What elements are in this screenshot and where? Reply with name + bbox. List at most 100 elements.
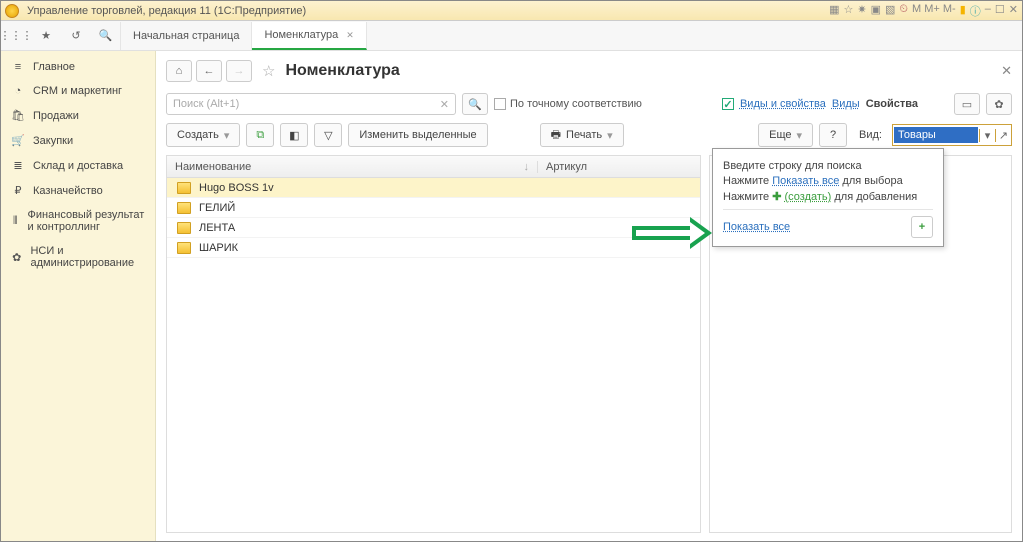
table-row[interactable]: ЛЕНТА (167, 218, 700, 238)
menu-icon: ≡ (11, 61, 25, 73)
toolbar-icon[interactable]: ▣ (871, 3, 881, 19)
sidebar-item-label: Закупки (33, 135, 73, 147)
sidebar-item-purchase[interactable]: 🛒 Закупки (1, 128, 155, 153)
pie-icon: ◔ (11, 85, 25, 97)
chart-icon: ⫴ (11, 215, 20, 228)
home-button[interactable]: ⌂ (166, 60, 192, 82)
toolbar-icon[interactable]: ▧ (885, 3, 895, 19)
boxes-icon: ≣ (11, 159, 25, 172)
exact-checkbox[interactable]: По точному соответствию (494, 98, 642, 110)
sidebar-item-label: НСИ и администрирование (30, 245, 145, 269)
star-icon[interactable]: ★ (31, 22, 61, 50)
app-icon (5, 4, 19, 18)
magnify-button[interactable]: 🔍 (462, 93, 488, 115)
main-content: ⌂ ← → ☆ Номенклатура ✕ Поиск (Alt+1) ✕ 🔍… (156, 51, 1022, 541)
print-button[interactable]: 🖶Печать▾ (540, 123, 624, 147)
star-outline-icon[interactable]: ☆ (262, 62, 275, 80)
show-all-link[interactable]: Показать все (772, 175, 839, 187)
chevron-down-icon[interactable]: ▾ (979, 129, 995, 142)
create-link[interactable]: (создать) (785, 191, 832, 203)
sidebar-item-sales[interactable]: 🛍Продажи (1, 103, 155, 128)
cart-icon: 🛒 (11, 134, 25, 147)
help-button[interactable]: ? (819, 123, 847, 147)
filter-links: ✓ Виды и свойства Виды Свойства ▭ ✿ (722, 93, 1012, 115)
toolbar-icon[interactable]: ☆ (844, 3, 854, 19)
filter-link-kinds-props[interactable]: Виды и свойства (740, 98, 826, 110)
dropdown-hint: Нажмите ✚ (создать) для добавления (723, 190, 933, 203)
create-button[interactable]: Создать▾ (166, 123, 240, 147)
folder-icon (177, 202, 191, 214)
more-button[interactable]: Еще▾ (758, 123, 813, 147)
search-input[interactable]: Поиск (Alt+1) ✕ (166, 93, 456, 115)
filter-link-kinds[interactable]: Виды (832, 98, 860, 110)
sidebar-item-crm[interactable]: ◔ CRM и маркетинг (1, 79, 155, 103)
top-toolbar: ⋮⋮⋮ ★ ↺ 🔍 Начальная страница Номенклатур… (1, 21, 1022, 51)
history-icon[interactable]: ↺ (61, 22, 91, 50)
table-header: Наименование↓ Артикул (167, 156, 700, 178)
kind-value: Товары (894, 127, 978, 143)
folder-icon (177, 182, 191, 194)
copy-button[interactable]: ⧉ (246, 123, 274, 147)
table-row[interactable]: Hugo BOSS 1v (167, 178, 700, 198)
tab-nomenclature[interactable]: Номенклатура✕ (252, 22, 366, 50)
dropdown-hint: Нажмите Показать все для выбора (723, 175, 933, 187)
filter-active-label: Свойства (866, 98, 918, 110)
green-check-icon[interactable]: ✓ (722, 98, 734, 110)
sidebar-item-label: Финансовый результат и контроллинг (28, 209, 145, 233)
show-all-button[interactable]: Показать все (723, 221, 790, 233)
dropdown-hint: Введите строку для поиска (723, 160, 933, 172)
sidebar-item-treasury[interactable]: ₽ Казначейство (1, 178, 155, 203)
sidebar-item-label: Продажи (33, 110, 79, 122)
page-title: Номенклатура (285, 62, 399, 80)
settings-button[interactable]: ✿ (986, 93, 1012, 115)
window-controls: ▦ ☆ ✷ ▣ ▧ ⏲ M M+ M- ▮ ⓘ – ☐ ✕ (829, 3, 1018, 19)
grid-icon[interactable]: ⋮⋮⋮ (1, 22, 31, 50)
gear-icon: ✿ (11, 251, 22, 264)
kind-label: Вид: (859, 129, 882, 141)
ruble-icon: ₽ (11, 184, 25, 197)
sidebar-item-label: Склад и доставка (33, 160, 123, 172)
section-sidebar: ≡ Главное ◔ CRM и маркетинг 🛍Продажи 🛒 Заку… (1, 51, 156, 541)
sidebar-item-label: CRM и маркетинг (33, 85, 122, 97)
plus-icon: ✚ (772, 191, 784, 203)
nomenclature-table: Наименование↓ Артикул Hugo BOSS 1v ГЕЛИЙ… (166, 155, 701, 533)
toolbar-icon[interactable]: ⏲ (899, 3, 908, 19)
printer-icon: 🖶 (551, 126, 561, 145)
forward-button[interactable]: → (226, 60, 252, 82)
toolbar-icon[interactable]: ▮ (960, 3, 966, 19)
kind-combo[interactable]: Товары ▾ ↗ (892, 124, 1012, 146)
sidebar-item-warehouse[interactable]: ≣ Склад и доставка (1, 153, 155, 178)
search-placeholder: Поиск (Alt+1) (173, 98, 239, 110)
folder-icon (177, 242, 191, 254)
clear-icon[interactable]: ✕ (440, 98, 449, 111)
info-icon[interactable]: ⓘ (970, 3, 981, 19)
tab-home[interactable]: Начальная страница (121, 22, 252, 50)
sort-icon: ↓ (524, 161, 530, 173)
column-name[interactable]: Наименование↓ (167, 161, 537, 173)
table-row[interactable]: ШАРИК (167, 238, 700, 258)
sidebar-item-label: Казначейство (33, 185, 103, 197)
open-icon[interactable]: ↗ (995, 129, 1011, 142)
filter-button[interactable]: ▽ (314, 123, 342, 147)
sidebar-item-finance[interactable]: ⫴ Финансовый результат и контроллинг (1, 203, 155, 239)
sidebar-item-label: Главное (33, 61, 75, 73)
sidebar-item-admin[interactable]: ✿ НСИ и администрирование (1, 239, 155, 275)
toolbar-icon[interactable]: ▦ (829, 3, 839, 19)
toolbar-text[interactable]: M M+ M- (912, 3, 956, 19)
back-button[interactable]: ← (196, 60, 222, 82)
page-close-icon[interactable]: ✕ (1001, 63, 1012, 79)
column-article[interactable]: Артикул (537, 161, 700, 173)
report-button[interactable]: ▭ (954, 93, 980, 115)
table-row[interactable]: ГЕЛИЙ (167, 198, 700, 218)
close-icon[interactable]: ✕ (1009, 3, 1018, 19)
search-icon[interactable]: 🔍 (91, 22, 121, 50)
window-title: Управление торговлей, редакция 11 (1С:Пр… (23, 5, 825, 17)
maximize-icon[interactable]: ☐ (995, 3, 1005, 19)
sidebar-item-main[interactable]: ≡ Главное (1, 55, 155, 79)
add-button[interactable]: + (911, 216, 933, 238)
tab-close-icon[interactable]: ✕ (346, 30, 354, 41)
toolbar-icon[interactable]: ✷ (857, 3, 866, 19)
minimize-icon[interactable]: – (985, 3, 991, 19)
change-selected-button[interactable]: Изменить выделенные (348, 123, 487, 147)
hierarchy-button[interactable]: ◧ (280, 123, 308, 147)
